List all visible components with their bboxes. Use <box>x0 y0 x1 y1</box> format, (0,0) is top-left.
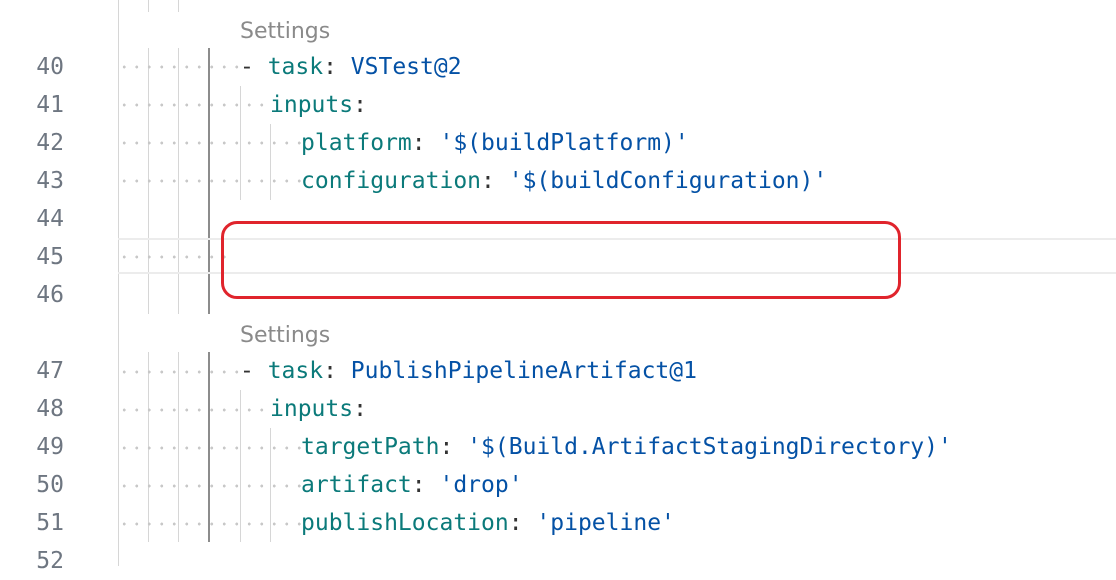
line-number: 44 <box>36 206 64 232</box>
code-line[interactable]: inputs: <box>270 86 367 124</box>
line-number: 41 <box>36 92 64 118</box>
whitespace-marker <box>118 408 270 412</box>
indent-guide <box>118 0 119 566</box>
code-line[interactable]: artifact: 'drop' <box>301 466 523 504</box>
code-line[interactable]: - task: PublishPipelineArtifact@1 <box>240 352 697 390</box>
code-line[interactable]: configuration: '$(buildConfiguration)' <box>301 162 827 200</box>
colon: : <box>439 434 468 460</box>
yaml-key: task <box>267 54 324 80</box>
colon: : <box>323 358 351 384</box>
whitespace-marker <box>118 255 234 259</box>
yaml-key: platform <box>301 130 412 156</box>
line-number: 45 <box>36 244 64 270</box>
yaml-key: inputs <box>270 92 354 118</box>
code-line[interactable]: - task: VSTest@2 <box>240 48 462 86</box>
colon: : <box>508 510 537 536</box>
whitespace-marker <box>118 446 301 450</box>
codelens-settings-link[interactable]: Settings <box>240 320 330 352</box>
yaml-value: VSTest@2 <box>350 54 462 80</box>
yaml-value: '$(Build.ArtifactStagingDirectory)' <box>467 434 952 460</box>
indent-guide <box>270 124 271 200</box>
whitespace-marker <box>118 484 301 488</box>
yaml-value: 'drop' <box>439 472 523 498</box>
line-number: 46 <box>36 282 64 308</box>
yaml-value: '$(buildConfiguration)' <box>508 168 828 194</box>
whitespace-marker <box>118 65 240 69</box>
yaml-value: 'pipeline' <box>536 510 675 536</box>
indent-guide <box>178 0 179 12</box>
yaml-key: publishLocation <box>301 510 509 536</box>
whitespace-marker <box>118 370 240 374</box>
colon: : <box>481 168 509 194</box>
colon: : <box>353 92 367 118</box>
line-number: 42 <box>36 130 64 156</box>
line-number: 40 <box>36 54 64 80</box>
code-line[interactable]: targetPath: '$(Build.ArtifactStagingDire… <box>301 428 952 466</box>
colon: : <box>353 396 367 422</box>
line-number: 50 <box>36 472 64 498</box>
line-number: 49 <box>36 434 64 460</box>
whitespace-marker <box>118 103 270 107</box>
yaml-key: targetPath <box>301 434 440 460</box>
list-dash: - <box>240 358 268 384</box>
yaml-key: artifact <box>301 472 412 498</box>
line-number: 51 <box>36 510 64 536</box>
line-number: 47 <box>36 358 64 384</box>
whitespace-marker <box>118 141 301 145</box>
yaml-key: configuration <box>301 168 482 194</box>
whitespace-marker <box>118 522 301 526</box>
colon: : <box>323 54 351 80</box>
annotation-highlight-box <box>221 221 901 299</box>
line-number: 52 <box>36 548 64 574</box>
line-number: 48 <box>36 396 64 422</box>
yaml-value: '$(buildPlatform)' <box>439 130 689 156</box>
colon: : <box>411 130 440 156</box>
code-line[interactable]: publishLocation: 'pipeline' <box>301 504 675 542</box>
colon: : <box>411 472 440 498</box>
indent-guide <box>240 390 241 542</box>
yaml-value: PublishPipelineArtifact@1 <box>350 358 697 384</box>
code-editor[interactable]: 40 41 42 43 44 45 46 47 48 49 50 51 52 S… <box>0 0 1116 574</box>
codelens-settings-link[interactable]: Settings <box>240 16 330 48</box>
yaml-key: inputs <box>270 396 354 422</box>
yaml-key: task <box>267 358 324 384</box>
code-line[interactable]: inputs: <box>270 390 367 428</box>
whitespace-marker <box>118 179 301 183</box>
code-line[interactable]: platform: '$(buildPlatform)' <box>301 124 689 162</box>
list-dash: - <box>240 54 268 80</box>
indent-guide <box>148 0 149 12</box>
line-number: 43 <box>36 168 64 194</box>
